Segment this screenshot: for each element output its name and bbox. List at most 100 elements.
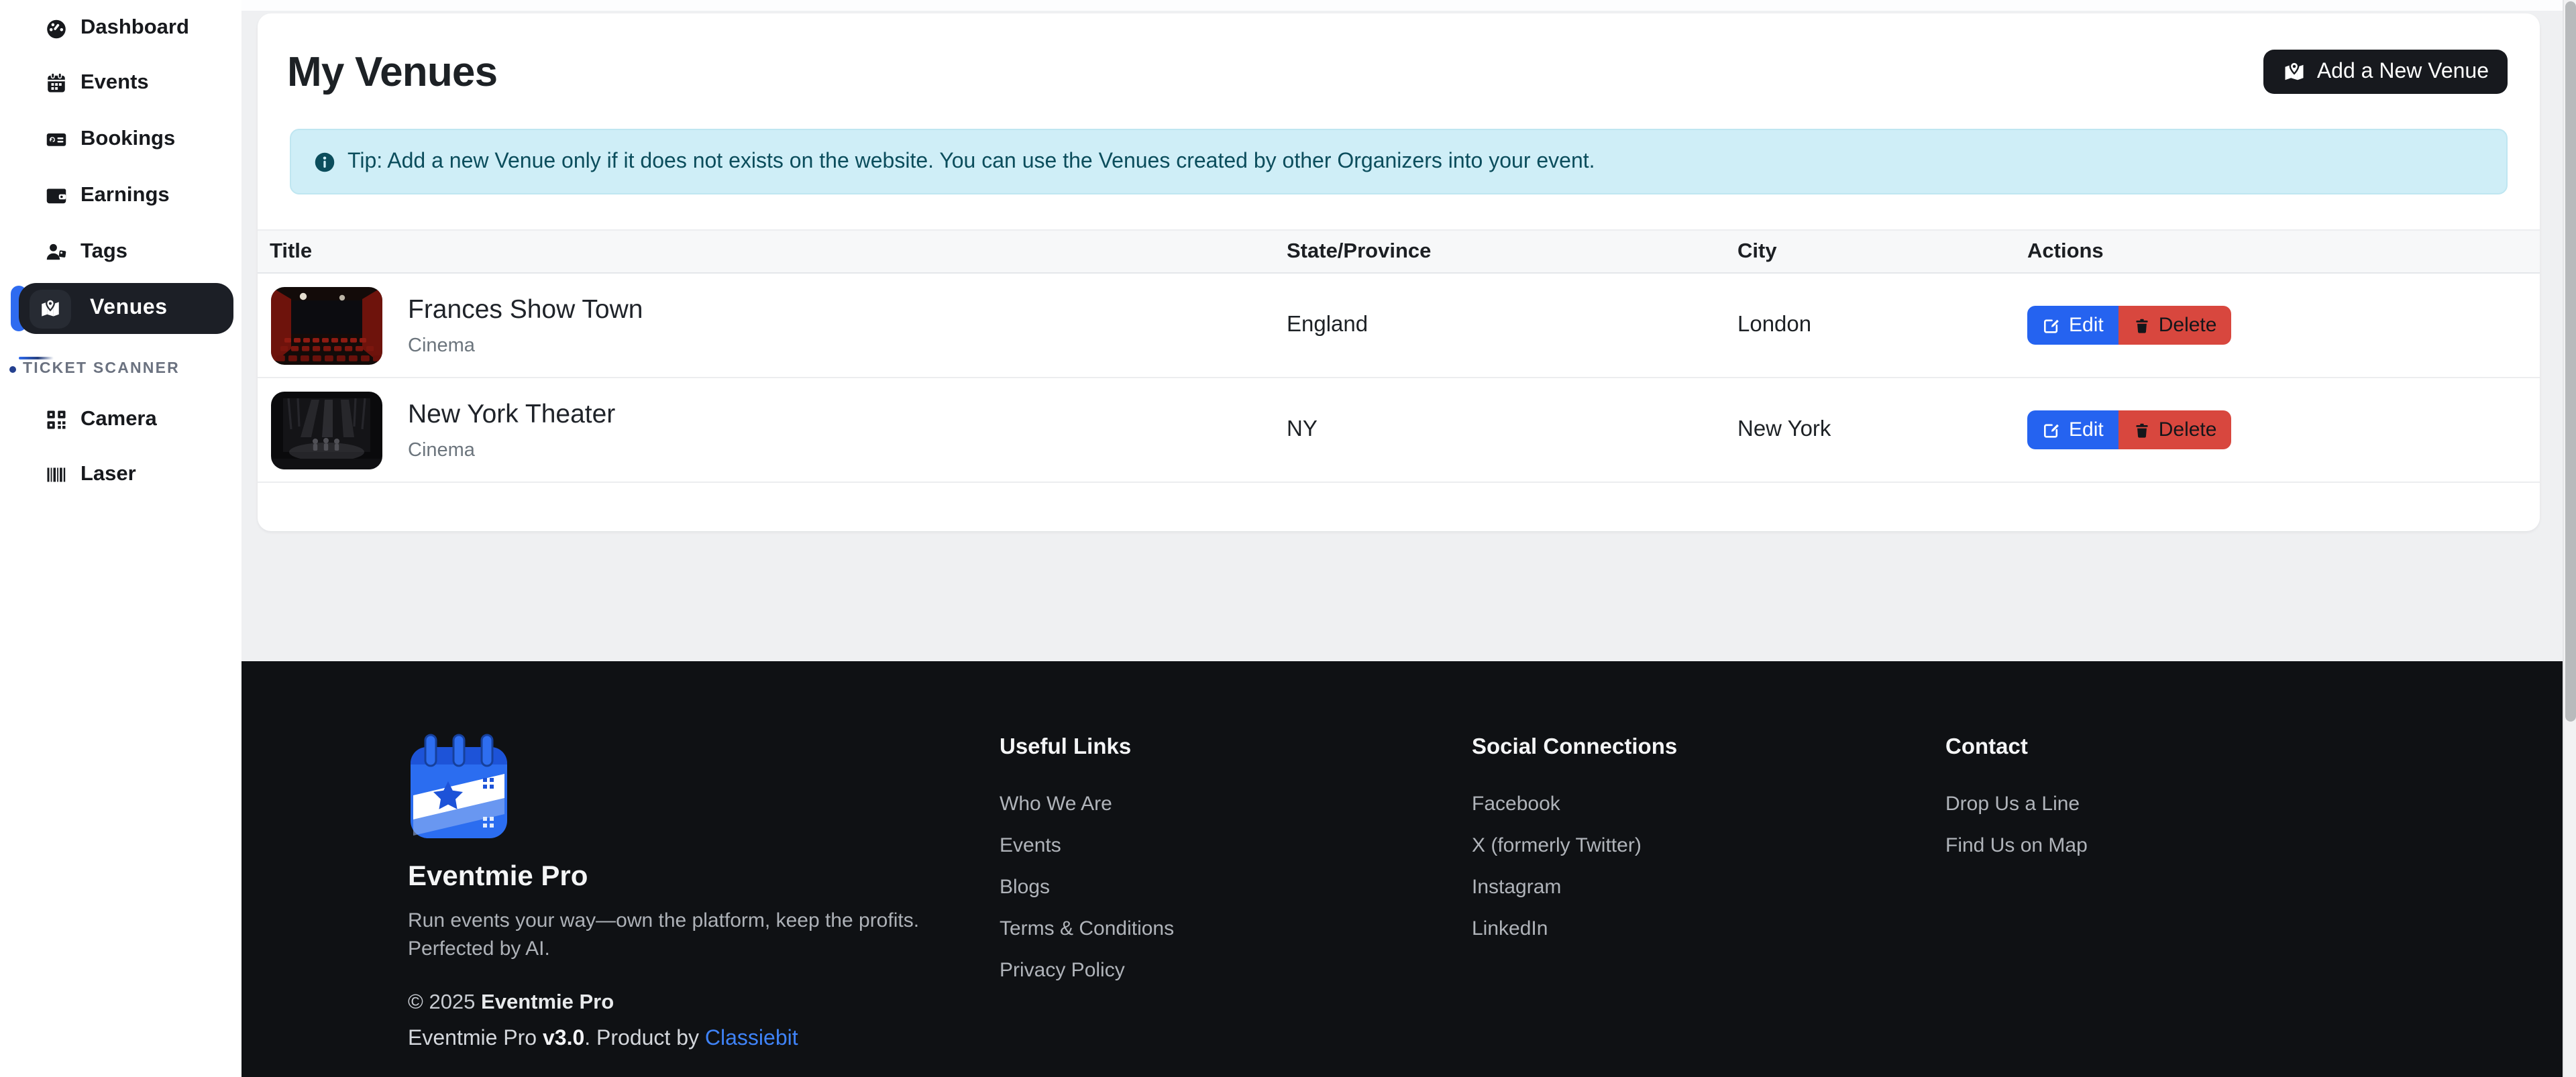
venue-title-block: Frances Show Town Cinema (408, 294, 643, 356)
pen-square-icon (2042, 316, 2061, 335)
footer-link-blogs[interactable]: Blogs (1000, 876, 1050, 899)
footer-link-find-us-on-map[interactable]: Find Us on Map (1945, 834, 2088, 857)
footer-column-useful-links: Useful Links Who We Are Events Blogs Ter… (1000, 735, 1174, 1001)
footer-link-drop-us-a-line[interactable]: Drop Us a Line (1945, 793, 2080, 815)
footer-brand: Eventmie Pro Run events your way—own the… (408, 734, 945, 1052)
trash-icon (2133, 420, 2151, 439)
venue-thumbnail-red-cinema (271, 286, 382, 364)
tip-text: Tip: Add a new Venue only if it does not… (347, 150, 1595, 174)
delete-button[interactable]: Delete (2118, 306, 2232, 345)
table-row: Frances Show Town Cinema England London (258, 274, 2540, 378)
venue-category: Cinema (408, 335, 643, 356)
sidebar: Dashboard Events Bookings Earnings Tags (0, 0, 241, 1077)
table-header-row: Title State/Province City Actions (258, 229, 2540, 274)
sidebar-item-earnings[interactable]: Earnings (0, 168, 241, 223)
venue-title-cell: Frances Show Town Cinema (258, 286, 1275, 364)
footer-link-privacy[interactable]: Privacy Policy (1000, 959, 1125, 982)
map-icon (2282, 60, 2306, 84)
tip-alert: Tip: Add a new Venue only if it does not… (290, 129, 2508, 194)
page-title: My Venues (287, 48, 497, 97)
venue-name: Frances Show Town (408, 294, 643, 325)
actions-button-group: Edit Delete (2027, 410, 2231, 449)
map-icon (30, 289, 71, 328)
column-header-actions: Actions (2015, 239, 2540, 264)
footer-column-contact: Contact Drop Us a Line Find Us on Map (1945, 735, 2088, 876)
footer-brand-name: Eventmie Pro (408, 861, 945, 893)
sidebar-item-tags[interactable]: Tags (0, 224, 241, 279)
footer-link-who-we-are[interactable]: Who We Are (1000, 793, 1112, 815)
venues-card: My Venues Add a New Venue Tip: Add a new… (258, 13, 2540, 531)
sidebar-item-camera[interactable]: Camera (0, 392, 241, 447)
table-row: New York Theater Cinema NY New York (258, 378, 2540, 483)
sidebar-item-dashboard[interactable]: Dashboard (0, 0, 241, 55)
column-header-title: Title (258, 239, 1275, 264)
venue-category: Cinema (408, 439, 615, 461)
footer-tagline: Run events your way—own the platform, ke… (408, 907, 945, 963)
footer-tagline-line1: Run events your way—own the platform, ke… (408, 907, 945, 935)
footer-copyright: © 2025 Eventmie Pro (408, 991, 945, 1015)
money-check-icon (44, 127, 68, 151)
add-new-venue-label: Add a New Venue (2317, 60, 2489, 84)
wallet-icon (44, 183, 68, 207)
footer-column-social: Social Connections Facebook X (formerly … (1472, 735, 1677, 959)
venues-table: Title State/Province City Actions France… (258, 229, 2540, 483)
vertical-scrollbar (2563, 0, 2576, 1077)
sidebar-item-laser[interactable]: Laser (0, 447, 241, 502)
footer-column-heading: Useful Links (1000, 735, 1174, 760)
venue-state: NY (1275, 417, 1725, 443)
column-header-city: City (1725, 239, 2015, 264)
footer-column-heading: Contact (1945, 735, 2088, 760)
sidebar-item-label: Tags (80, 239, 127, 264)
sidebar-section-label: TICKET SCANNER (23, 361, 180, 377)
delete-button-label: Delete (2159, 418, 2217, 441)
footer: Eventmie Pro Run events your way—own the… (241, 661, 2563, 1077)
footer-link-facebook[interactable]: Facebook (1472, 793, 1560, 815)
footer-link-terms[interactable]: Terms & Conditions (1000, 917, 1174, 940)
qrcode-icon (44, 407, 68, 431)
add-new-venue-button[interactable]: Add a New Venue (2263, 50, 2508, 94)
sidebar-item-label: Earnings (80, 183, 170, 207)
delete-button-label: Delete (2159, 314, 2217, 337)
sidebar-item-venues-active[interactable]: Venues (19, 283, 233, 334)
sidebar-item-label: Events (80, 70, 149, 95)
venue-title-cell: New York Theater Cinema (258, 391, 1275, 469)
venue-name: New York Theater (408, 399, 615, 430)
sidebar-section-divider (19, 357, 54, 359)
trash-icon (2133, 316, 2151, 335)
venue-state: England (1275, 313, 1725, 338)
sidebar-item-events[interactable]: Events (0, 55, 241, 110)
top-strip (241, 0, 2563, 11)
main-content: My Venues Add a New Venue Tip: Add a new… (241, 0, 2563, 1077)
venue-actions-cell: Edit Delete (2015, 410, 2540, 449)
scrollbar-thumb[interactable] (2565, 1, 2576, 722)
edit-button[interactable]: Edit (2027, 410, 2118, 449)
sidebar-item-label: Bookings (80, 127, 175, 151)
sidebar-item-label: Laser (80, 462, 136, 486)
edit-button[interactable]: Edit (2027, 306, 2118, 345)
footer-link-events[interactable]: Events (1000, 834, 1061, 857)
pen-square-icon (2042, 420, 2061, 439)
sidebar-item-label: Dashboard (80, 15, 189, 40)
app-root: Dashboard Events Bookings Earnings Tags (0, 0, 2576, 1077)
calendar-icon (44, 70, 68, 95)
edit-button-label: Edit (2069, 314, 2104, 337)
sidebar-item-label: Camera (80, 407, 157, 431)
classiebit-link[interactable]: Classiebit (705, 1027, 798, 1050)
venue-city: New York (1725, 417, 2015, 443)
footer-link-instagram[interactable]: Instagram (1472, 876, 1561, 899)
footer-link-twitter[interactable]: X (formerly Twitter) (1472, 834, 1642, 857)
sidebar-section-ticket-scanner: TICKET SCANNER (0, 361, 241, 377)
venue-city: London (1725, 313, 2015, 338)
circle-info-icon (313, 150, 337, 174)
venue-title-block: New York Theater Cinema (408, 399, 615, 461)
footer-link-linkedin[interactable]: LinkedIn (1472, 917, 1548, 940)
eventmie-logo-icon (408, 734, 945, 841)
venue-thumbnail-bw-theater (271, 391, 382, 469)
card-header: My Venues Add a New Venue (258, 13, 2540, 97)
delete-button[interactable]: Delete (2118, 410, 2232, 449)
sidebar-item-bookings[interactable]: Bookings (0, 111, 241, 166)
bullet-dot-icon (9, 365, 16, 372)
actions-button-group: Edit Delete (2027, 306, 2231, 345)
edit-button-label: Edit (2069, 418, 2104, 441)
footer-tagline-line2: Perfected by AI. (408, 935, 945, 963)
